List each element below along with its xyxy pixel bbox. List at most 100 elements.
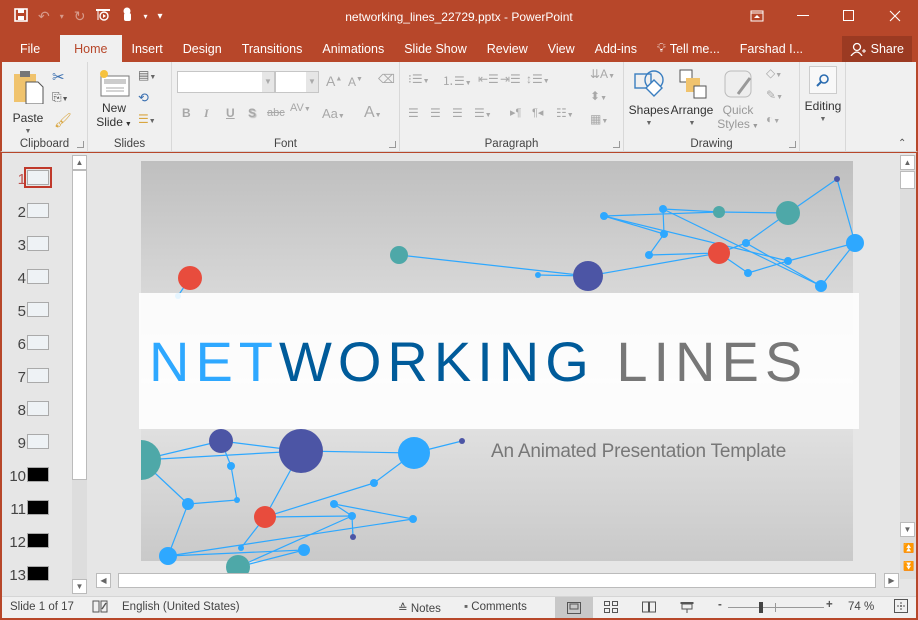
horizontal-scrollbar[interactable]: ◀ ▶ (94, 573, 900, 589)
shapes-button[interactable]: Shapes ▼ (628, 68, 670, 131)
slide-scrollbar[interactable]: ▲ ▼ ⏫ ⏬ (900, 155, 916, 579)
section-icon[interactable]: ☰▼ (138, 112, 156, 126)
drawing-launcher[interactable] (789, 141, 796, 148)
slide-thumbnail[interactable]: 3 (2, 233, 72, 259)
font-name-box[interactable]: ▼ (177, 71, 275, 93)
paste-button[interactable]: Paste ▼ (8, 68, 48, 138)
slide-thumbnail[interactable]: 8 (2, 398, 72, 424)
tab-design[interactable]: Design (173, 35, 232, 62)
character-spacing-icon[interactable]: AV▼ (290, 102, 311, 114)
scroll-right-button[interactable]: ▶ (884, 573, 899, 588)
slide-thumbnail[interactable]: 1 (2, 167, 72, 193)
text-shadow-icon[interactable]: S (248, 106, 256, 120)
slide-thumbnail[interactable]: 11 (2, 497, 72, 523)
fit-slide-button[interactable] (894, 599, 908, 616)
bullets-icon[interactable]: ⁝☰▼ (408, 72, 430, 86)
zoom-slider-handle[interactable] (759, 602, 764, 613)
undo-dropdown-icon[interactable]: ▾ (60, 12, 64, 21)
slide-thumbnail[interactable]: 2 (2, 200, 72, 226)
copy-icon[interactable]: ⎘▼ (52, 90, 69, 105)
zoom-slider[interactable] (728, 602, 824, 613)
ribbon-display-options-button[interactable] (734, 0, 780, 32)
slide-scroll-thumb[interactable] (900, 171, 915, 189)
smartart-icon[interactable]: ▦▼ (590, 112, 608, 126)
redo-icon[interactable]: ↻ (74, 8, 86, 25)
slide-scroll-up-button[interactable]: ▲ (900, 155, 915, 170)
previous-slide-icon[interactable]: ⏫ (903, 543, 914, 554)
shape-effects-icon[interactable]: ◐▼ (766, 112, 780, 126)
zoom-level[interactable]: 74 % (848, 601, 874, 613)
slide-scroll-down-button[interactable]: ▼ (900, 522, 915, 537)
decrease-indent-icon[interactable]: ⇤☰ (478, 72, 499, 86)
format-painter-icon[interactable]: 🖌︎ (54, 112, 72, 129)
quick-styles-button[interactable]: Quick Styles ▼ (716, 68, 760, 134)
columns-icon[interactable]: ☷▼ (556, 106, 574, 120)
text-direction-icon[interactable]: ⇊A▼ (590, 67, 615, 81)
language-indicator[interactable]: English (United States) (122, 601, 240, 613)
tab-insert[interactable]: Insert (122, 35, 173, 62)
slide-canvas[interactable]: NETWORKING LINES An Animated Presentatio… (139, 161, 864, 579)
close-button[interactable] (872, 0, 918, 32)
touch-mode-icon[interactable] (121, 7, 133, 25)
slide-thumbnail[interactable]: 6 (2, 332, 72, 358)
reading-view-button[interactable] (642, 601, 656, 616)
title-placeholder[interactable]: NETWORKING LINES (139, 293, 859, 429)
font-size-dropdown[interactable]: ▼ (306, 72, 318, 92)
line-spacing-icon[interactable]: ↕☰▼ (526, 72, 550, 86)
font-name-dropdown[interactable]: ▼ (262, 72, 274, 92)
cut-icon[interactable]: ✂ (52, 68, 65, 86)
zoom-in-button[interactable]: + (826, 599, 833, 611)
next-slide-icon[interactable]: ⏬ (903, 561, 914, 572)
slide-sorter-button[interactable] (604, 601, 618, 616)
editing-button[interactable]: Editing ▼ (802, 66, 844, 127)
slide-thumbnail[interactable]: 13 (2, 563, 72, 589)
tab-review[interactable]: Review (477, 35, 538, 62)
slide-thumbnail[interactable]: 12 (2, 530, 72, 556)
strikethrough-icon[interactable]: abc (267, 107, 285, 119)
tab-file[interactable]: File (0, 35, 60, 62)
scroll-left-button[interactable]: ◀ (96, 573, 111, 588)
thumbnails-scrollbar[interactable]: ▲ ▼ (72, 155, 87, 594)
clear-formatting-icon[interactable]: ⌫ (378, 72, 395, 86)
tab-home[interactable]: Home (60, 35, 122, 62)
align-left-icon[interactable]: ☰ (408, 106, 419, 120)
shape-outline-icon[interactable]: ✎▼ (766, 88, 783, 102)
zoom-out-button[interactable]: - (718, 599, 722, 611)
collapse-ribbon-icon[interactable]: ⌃ (898, 138, 906, 149)
slide-thumbnail[interactable]: 9 (2, 431, 72, 457)
comments-button[interactable]: ▪ Comments (464, 601, 527, 613)
new-slide-button[interactable]: New Slide ▼ (94, 68, 134, 132)
font-launcher[interactable] (389, 141, 396, 148)
customize-qat-icon[interactable]: ▾ (158, 11, 163, 22)
shape-fill-icon[interactable]: ◇▼ (766, 66, 782, 80)
tell-me-search[interactable]: 💡︎ Tell me... (647, 35, 730, 62)
slide-thumbnail[interactable]: 7 (2, 365, 72, 391)
touch-dropdown-icon[interactable]: ▾ (143, 12, 147, 21)
layout-icon[interactable]: ▤▼ (138, 68, 156, 82)
numbering-icon[interactable]: ⒈☰▼ (442, 72, 472, 89)
tab-view[interactable]: View (538, 35, 585, 62)
scroll-thumb[interactable] (72, 170, 87, 480)
slide-subtitle[interactable]: An Animated Presentation Template (491, 441, 786, 463)
rtl-icon[interactable]: ¶◂ (532, 106, 543, 119)
notes-button[interactable]: ≙ Notes (398, 601, 441, 615)
align-text-icon[interactable]: ⬍▼ (590, 89, 607, 103)
slide-show-button[interactable] (680, 601, 694, 617)
ltr-icon[interactable]: ▸¶ (510, 106, 521, 119)
slide-thumbnail[interactable]: 4 (2, 266, 72, 292)
justify-icon[interactable]: ☰▼ (474, 106, 492, 120)
tab-animations[interactable]: Animations (312, 35, 394, 62)
maximize-button[interactable] (826, 0, 872, 32)
arrange-button[interactable]: Arrange ▼ (670, 68, 714, 131)
undo-icon[interactable]: ↶ (38, 8, 50, 25)
paragraph-launcher[interactable] (613, 141, 620, 148)
clipboard-launcher[interactable] (77, 141, 84, 148)
scroll-down-button[interactable]: ▼ (72, 579, 87, 594)
decrease-font-icon[interactable]: A▼ (348, 75, 363, 89)
user-account[interactable]: Farshad I... (730, 35, 813, 62)
scroll-up-button[interactable]: ▲ (72, 155, 87, 170)
slide-thumbnail[interactable]: 5 (2, 299, 72, 325)
italic-icon[interactable]: I (204, 106, 209, 121)
change-case-icon[interactable]: Aa▼ (322, 106, 345, 121)
tab-transitions[interactable]: Transitions (232, 35, 313, 62)
